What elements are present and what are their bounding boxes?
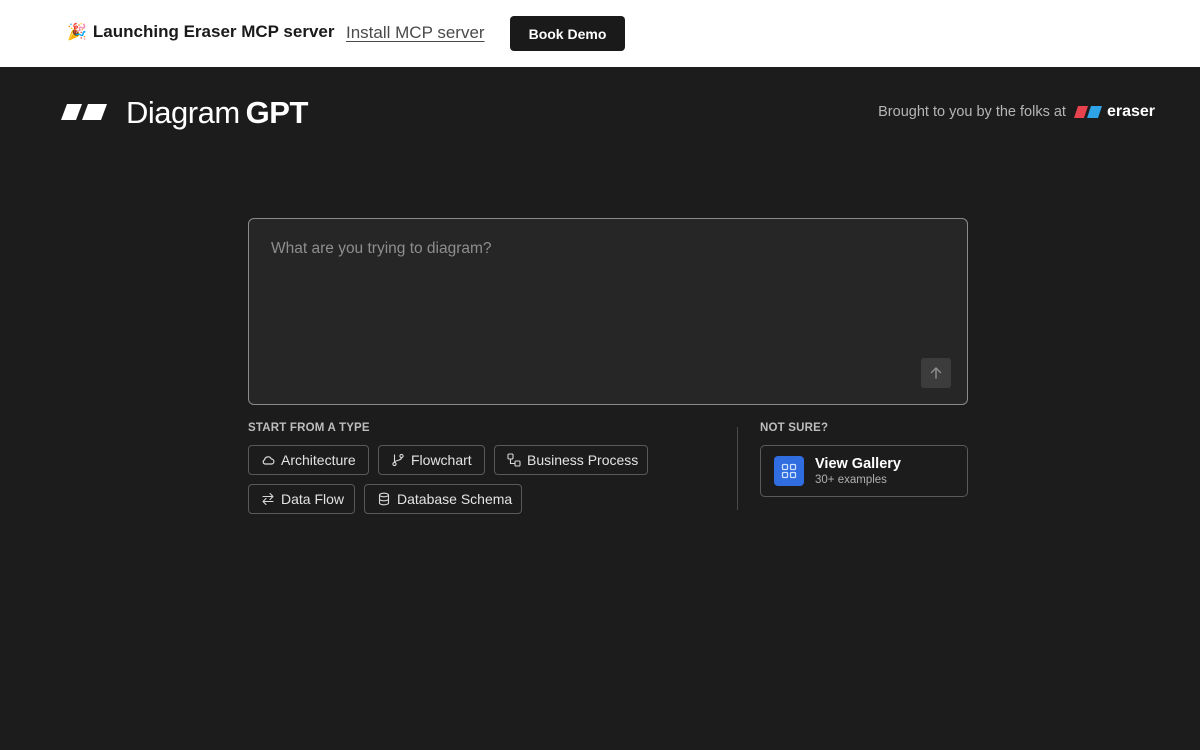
gallery-text: View Gallery 30+ examples [815, 456, 901, 486]
divider [737, 427, 738, 510]
announcement-headline: 🎉 Launching Eraser MCP server [67, 22, 334, 42]
eraser-name: eraser [1106, 103, 1155, 120]
not-sure-label: NOT SURE? [760, 422, 829, 434]
brand-bold: GPT [245, 95, 309, 130]
eraser-logo[interactable]: eraser [1073, 103, 1155, 121]
view-gallery-card[interactable]: View Gallery 30+ examples [760, 445, 968, 497]
grid-icon [781, 463, 797, 479]
type-flowchart[interactable]: Flowchart [378, 445, 485, 475]
type-business-process[interactable]: Business Process [494, 445, 648, 475]
type-label: Architecture [281, 452, 356, 468]
brand-light: Diagram [126, 95, 240, 130]
arrows-left-right-icon [262, 492, 274, 506]
byline-text: Brought to you by the folks at [878, 104, 1066, 120]
install-mcp-link[interactable]: Install MCP server [346, 23, 485, 43]
type-data-flow[interactable]: Data Flow [248, 484, 355, 514]
byline[interactable]: Brought to you by the folks at eraser [878, 103, 1155, 121]
type-label: Data Flow [281, 491, 345, 507]
arrow-up-icon [930, 367, 942, 379]
type-label: Flowchart [411, 452, 472, 468]
diagram-prompt-input[interactable] [249, 219, 967, 404]
type-label: Business Process [527, 452, 639, 468]
type-database-schema[interactable]: Database Schema [364, 484, 522, 514]
prompt-box [248, 218, 968, 405]
eraser-mark-icon [1073, 106, 1102, 118]
announcement-text: Launching Eraser MCP server [92, 22, 335, 41]
submit-button[interactable] [921, 358, 951, 388]
party-popper-icon: 🎉 [67, 24, 87, 41]
cloud-icon [262, 456, 275, 465]
announcement-bar: 🎉 Launching Eraser MCP server Install MC… [0, 0, 1200, 67]
gallery-subtitle: 30+ examples [815, 474, 887, 486]
gallery-title: View Gallery [815, 456, 901, 472]
database-icon [378, 492, 390, 506]
git-branch-icon [392, 453, 404, 467]
diagramgpt-logo-icon [61, 104, 107, 120]
brand-title: Diagram GPT [126, 95, 308, 131]
gallery-icon-tile [774, 456, 804, 486]
type-architecture[interactable]: Architecture [248, 445, 369, 475]
book-demo-button[interactable]: Book Demo [510, 16, 625, 51]
type-label: Database Schema [397, 491, 513, 507]
types-label: START FROM A TYPE [248, 422, 370, 434]
workflow-icon [507, 453, 521, 467]
